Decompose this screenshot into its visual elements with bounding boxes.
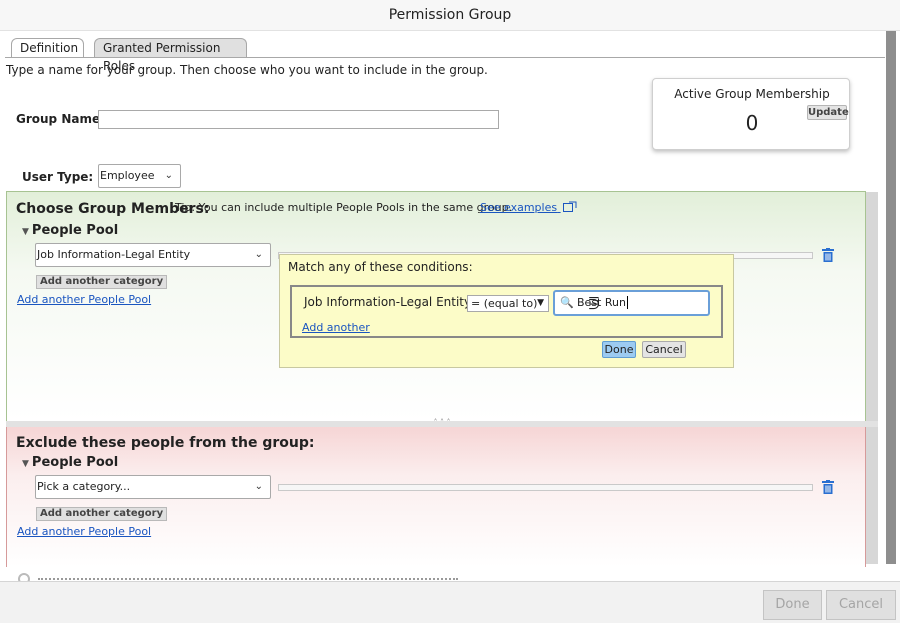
operator-value: = (equal to) xyxy=(471,297,538,310)
group-name-label: Group Name: xyxy=(16,112,105,126)
cutoff-content xyxy=(8,573,468,581)
user-type-select[interactable]: Employee ⌄ xyxy=(98,164,181,188)
see-examples-link[interactable]: See examples xyxy=(480,201,577,214)
people-pool-title: People Pool xyxy=(31,223,119,238)
user-type-label: User Type: xyxy=(22,170,94,184)
tab-granted-permission-roles[interactable]: Granted Permission Roles xyxy=(94,38,247,73)
external-link-icon xyxy=(562,201,577,212)
dropdown-arrow-icon: ▼ xyxy=(537,298,544,308)
exclude-title: Exclude these people from the group: xyxy=(16,435,315,451)
dialog-footer: Done Cancel xyxy=(0,581,900,623)
condition-field-label: Job Information-Legal Entity is xyxy=(304,295,485,309)
user-type-value: Employee xyxy=(100,169,155,182)
operator-select[interactable]: = (equal to) ▼ xyxy=(467,295,549,312)
popup-done-button[interactable]: Done xyxy=(602,341,636,358)
condition-search-value: Best Run xyxy=(577,296,626,309)
category-select[interactable]: Job Information-Legal Entity ⌄ xyxy=(35,243,271,267)
trash-icon[interactable] xyxy=(822,248,834,262)
active-group-membership-count: 0 xyxy=(745,111,759,135)
chevron-down-icon: ⌄ xyxy=(164,170,173,181)
intro-text: Type a name for your group. Then choose … xyxy=(6,63,488,77)
collapse-triangle-icon: ▼ xyxy=(22,227,29,237)
condition-popup: Match any of these conditions: Job Infor… xyxy=(279,254,734,368)
exclude-people-pool-header[interactable]: ▼ People Pool xyxy=(22,455,118,470)
search-icon: 🔍 xyxy=(560,296,574,309)
exclude-condition-field[interactable] xyxy=(278,484,813,491)
active-group-membership-card: Active Group Membership 0 Update xyxy=(652,78,850,150)
popup-cancel-button[interactable]: Cancel xyxy=(642,341,686,358)
ibeam-cursor-icon: ⋽ xyxy=(588,297,601,313)
exclude-people-pool-title: People Pool xyxy=(31,455,119,470)
cutoff-text-fragment xyxy=(38,578,458,580)
text-caret xyxy=(626,296,628,309)
condition-row: Job Information-Legal Entity is = (equal… xyxy=(290,285,723,338)
exclude-category-select[interactable]: Pick a category... ⌄ xyxy=(35,475,271,499)
group-name-input[interactable] xyxy=(98,110,499,129)
condition-search-input[interactable]: 🔍 Best Run xyxy=(553,290,710,316)
people-pool-header[interactable]: ▼ People Pool xyxy=(22,223,118,238)
popup-title: Match any of these conditions: xyxy=(288,260,473,274)
category-select-value: Job Information-Legal Entity xyxy=(37,248,191,261)
chevron-down-icon: ⌄ xyxy=(254,249,263,260)
cancel-button[interactable]: Cancel xyxy=(826,590,896,620)
active-group-membership-title: Active Group Membership xyxy=(674,87,830,101)
see-examples-label: See examples xyxy=(480,201,558,214)
trash-icon[interactable] xyxy=(822,480,834,494)
exclude-category-placeholder: Pick a category... xyxy=(37,480,131,493)
ring-icon xyxy=(18,573,30,581)
tab-divider xyxy=(5,57,885,58)
tab-definition[interactable]: Definition xyxy=(11,38,84,58)
add-another-condition-link[interactable]: Add another xyxy=(302,321,370,334)
tip-text: Tip: You can include multiple People Poo… xyxy=(175,201,513,214)
exclude-add-another-category-button[interactable]: Add another category xyxy=(36,507,168,521)
collapse-triangle-icon: ▼ xyxy=(22,459,29,469)
section-scroll-gutter xyxy=(866,192,878,564)
add-another-people-pool-link[interactable]: Add another People Pool xyxy=(17,293,151,306)
exclude-add-another-people-pool-link[interactable]: Add another People Pool xyxy=(17,525,151,538)
scrollbar-thumb[interactable] xyxy=(886,31,896,564)
dialog-title: Permission Group xyxy=(0,0,900,31)
update-button[interactable]: Update xyxy=(807,105,849,120)
add-another-category-button[interactable]: Add another category xyxy=(36,275,168,289)
done-button[interactable]: Done xyxy=(763,590,822,620)
chevron-down-icon: ⌄ xyxy=(254,481,263,492)
